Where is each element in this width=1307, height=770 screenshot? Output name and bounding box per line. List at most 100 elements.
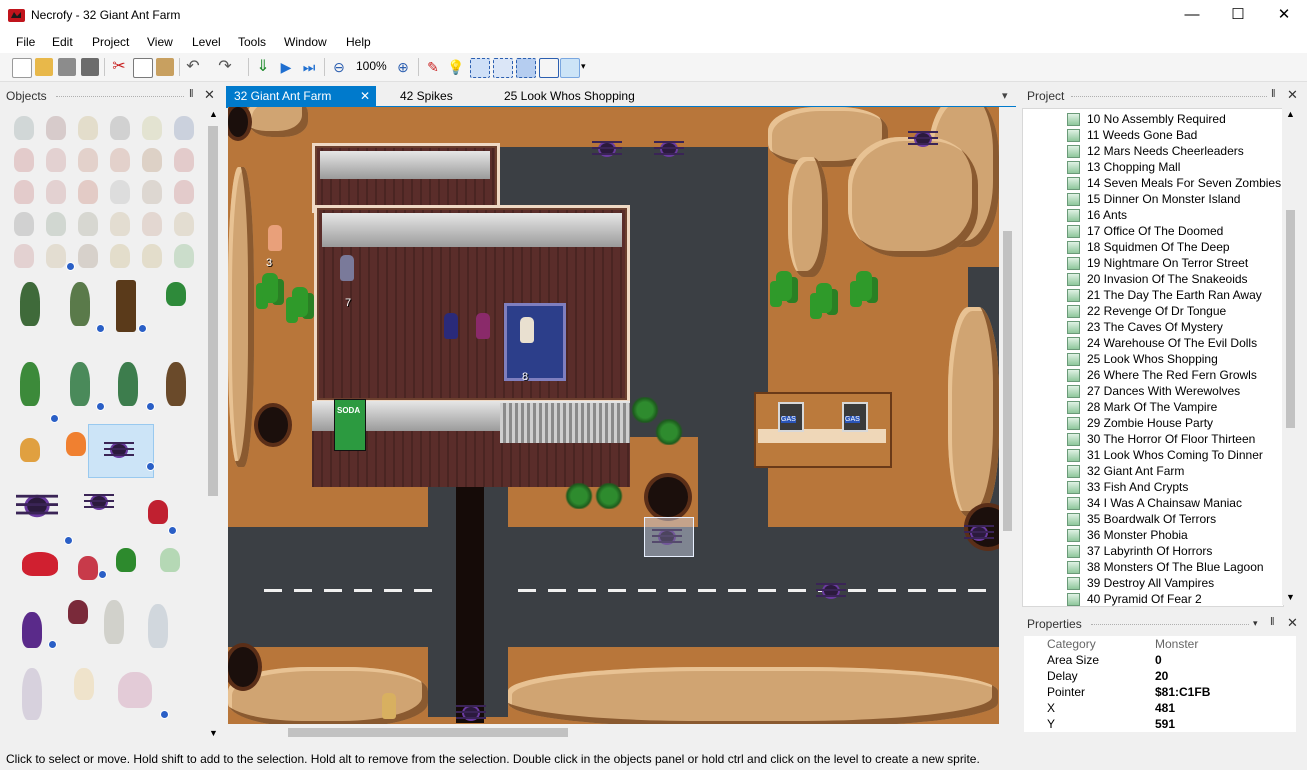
object-tile[interactable]	[104, 240, 136, 272]
menu-help[interactable]: Help	[346, 35, 371, 49]
scrollbar-thumb[interactable]	[208, 126, 218, 496]
cut-icon[interactable]: ✂	[110, 58, 128, 76]
scrollbar-thumb[interactable]	[288, 728, 568, 737]
object-zombie-2[interactable]	[64, 278, 96, 334]
scroll-down-icon[interactable]: ▼	[1286, 592, 1295, 602]
object-tile[interactable]	[8, 208, 40, 240]
close-window-button[interactable]: ✕	[1261, 0, 1307, 31]
victim-cheerleader[interactable]	[520, 317, 534, 343]
object-tile[interactable]	[168, 144, 200, 176]
object-martian[interactable]	[64, 358, 96, 414]
object-tile[interactable]	[72, 208, 104, 240]
copy-icon[interactable]	[133, 58, 153, 78]
scrollbar-thumb[interactable]	[1286, 210, 1295, 428]
object-purple-hood[interactable]	[16, 608, 48, 654]
object-clown[interactable]	[16, 664, 48, 724]
object-martian-2[interactable]	[112, 358, 144, 414]
maximize-button[interactable]: ☐	[1215, 0, 1261, 31]
close-icon[interactable]: ✕	[204, 87, 215, 103]
save-icon[interactable]	[58, 58, 76, 76]
object-tile[interactable]	[72, 176, 104, 208]
pin-icon[interactable]: ‖	[1271, 88, 1276, 100]
new-file-icon[interactable]	[12, 58, 32, 78]
scroll-up-icon[interactable]: ▲	[209, 109, 218, 119]
pencil-icon[interactable]: ✎	[424, 58, 442, 76]
player-zeke[interactable]	[444, 313, 458, 339]
object-tile[interactable]	[104, 208, 136, 240]
giant-ant-sprite[interactable]	[654, 135, 684, 163]
object-tile[interactable]	[40, 112, 72, 144]
select-all-icon[interactable]	[493, 58, 513, 78]
object-tile[interactable]	[40, 144, 72, 176]
dropdown-icon[interactable]: ▾	[1253, 618, 1258, 629]
object-fire[interactable]	[68, 664, 100, 704]
object-sparkle[interactable]	[154, 544, 186, 576]
project-scrollbar[interactable]: ▲ ▼	[1282, 108, 1299, 605]
property-delay[interactable]: Delay 20	[1024, 668, 1296, 684]
scroll-up-icon[interactable]: ▲	[1286, 109, 1295, 119]
object-tile[interactable]	[168, 208, 200, 240]
tab-overflow-icon[interactable]: ▾	[1002, 89, 1008, 102]
object-giant-spider[interactable]	[16, 486, 58, 525]
object-giant-ant[interactable]	[104, 436, 134, 464]
victim-sprite[interactable]	[382, 693, 396, 719]
object-werewolf[interactable]	[160, 358, 192, 414]
giant-ant-sprite[interactable]	[908, 125, 938, 153]
zoom-out-icon[interactable]: ⊖	[330, 58, 348, 76]
giant-ant-sprite[interactable]	[816, 577, 846, 605]
object-jelly[interactable]	[16, 548, 62, 580]
object-tile[interactable]	[72, 240, 104, 272]
object-tile[interactable]	[40, 208, 72, 240]
object-red-ant[interactable]	[84, 488, 114, 516]
scroll-down-icon[interactable]: ▼	[209, 728, 218, 738]
select-tiles-icon[interactable]	[516, 58, 536, 78]
object-baby[interactable]	[14, 434, 46, 466]
object-tile[interactable]	[72, 112, 104, 144]
close-icon[interactable]: ✕	[1287, 87, 1298, 103]
menu-level[interactable]: Level	[192, 35, 221, 49]
menu-window[interactable]: Window	[284, 35, 327, 49]
object-tile[interactable]	[136, 112, 168, 144]
objects-scrollbar[interactable]: ▲ ▼	[205, 108, 221, 740]
victim-sprite[interactable]	[268, 225, 282, 251]
object-weed[interactable]	[14, 358, 46, 414]
object-tile[interactable]	[136, 176, 168, 208]
save-all-icon[interactable]	[81, 58, 99, 76]
scrollbar-thumb[interactable]	[1003, 231, 1012, 531]
object-small-spider[interactable]	[62, 596, 94, 628]
menu-project[interactable]: Project	[92, 35, 129, 49]
object-tile[interactable]	[8, 240, 40, 272]
build-run-icon[interactable]: ⇓	[254, 58, 272, 76]
level-vertical-scrollbar[interactable]	[999, 107, 1016, 724]
undo-icon[interactable]: ↶	[184, 58, 202, 76]
close-tab-icon[interactable]: ✕	[360, 86, 370, 106]
zoom-in-icon[interactable]: ⊕	[394, 58, 412, 76]
giant-ant-sprite[interactable]	[456, 699, 486, 724]
run-from-here-icon[interactable]: ⏭	[300, 58, 318, 76]
object-tourist[interactable]	[142, 600, 174, 656]
object-blob[interactable]	[142, 496, 174, 528]
object-ghost-man[interactable]	[98, 596, 130, 652]
menu-file[interactable]: File	[16, 35, 35, 49]
object-pod-plant[interactable]	[160, 278, 192, 310]
victim-sprite[interactable]	[340, 255, 354, 281]
object-tile[interactable]	[104, 144, 136, 176]
object-zombie[interactable]	[14, 278, 46, 334]
run-icon[interactable]: ▶	[277, 58, 295, 76]
menu-tools[interactable]: Tools	[238, 35, 266, 49]
player-julie[interactable]	[476, 313, 490, 339]
close-icon[interactable]: ✕	[1287, 615, 1298, 631]
open-folder-icon[interactable]	[35, 58, 53, 76]
object-tile[interactable]	[136, 144, 168, 176]
object-tile[interactable]	[168, 112, 200, 144]
lightbulb-icon[interactable]: 💡	[447, 58, 465, 76]
sprite-mode-dropdown-icon[interactable]: ▾	[581, 61, 586, 72]
redo-icon[interactable]: ↷	[216, 58, 234, 76]
object-tile[interactable]	[168, 176, 200, 208]
pin-icon[interactable]: ‖	[1270, 616, 1275, 628]
object-tile[interactable]	[8, 112, 40, 144]
property-area-size[interactable]: Area Size 0	[1024, 652, 1296, 668]
property-pointer[interactable]: Pointer $81:C1FB	[1024, 684, 1296, 700]
tab-32-giant-ant-farm[interactable]: 32 Giant Ant Farm ✕	[226, 86, 376, 106]
tab-25-look-whos-shopping[interactable]: 25 Look Whos Shopping	[496, 86, 643, 106]
